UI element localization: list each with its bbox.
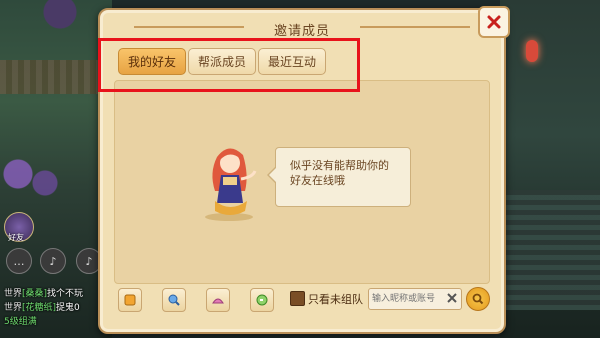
scene-characters — [0, 150, 60, 210]
invite-team-button[interactable] — [118, 288, 142, 312]
chat-line: 5级组满 — [4, 317, 37, 327]
search-input[interactable] — [372, 291, 444, 306]
pet-icon — [212, 298, 224, 304]
refresh-button[interactable] — [250, 288, 274, 312]
chat-line: 世界[花糖纸]捉鬼0 — [4, 303, 80, 313]
only-unteamed-checkbox[interactable] — [290, 291, 305, 306]
only-unteamed-label: 只看未组队 — [308, 293, 363, 306]
lantern-icon — [526, 40, 538, 62]
voice-icon[interactable]: ♪ — [40, 248, 66, 274]
clear-icon[interactable] — [446, 292, 458, 304]
chat-line: 世界[桑桑]找个不玩 — [4, 289, 84, 299]
mascot-girl-icon — [205, 148, 257, 221]
close-button[interactable] — [478, 6, 510, 38]
refresh-icon — [256, 294, 268, 306]
dialog-title: 邀请成员 — [273, 24, 330, 39]
search-button[interactable] — [466, 287, 490, 311]
chat-icon[interactable]: … — [6, 248, 32, 274]
team-icon — [124, 294, 136, 306]
player-avatar[interactable] — [0, 0, 112, 48]
magnifier-icon — [168, 294, 180, 306]
search-icon — [472, 293, 484, 305]
find-button[interactable] — [162, 288, 186, 312]
scene-bridge — [0, 60, 112, 94]
pet-button[interactable] — [206, 288, 230, 312]
scene-roof — [500, 190, 600, 310]
friend-list-area: 似乎没有能帮助你的好友在线哦 — [114, 80, 490, 284]
close-icon — [487, 15, 501, 29]
search-field[interactable] — [368, 288, 462, 310]
annotation-highlight-box — [98, 38, 360, 92]
friends-hud-label: 好友 — [8, 233, 24, 242]
empty-message-bubble: 似乎没有能帮助你的好友在线哦 — [267, 147, 411, 207]
bottom-toolbar: 只看未组队 — [114, 287, 490, 318]
